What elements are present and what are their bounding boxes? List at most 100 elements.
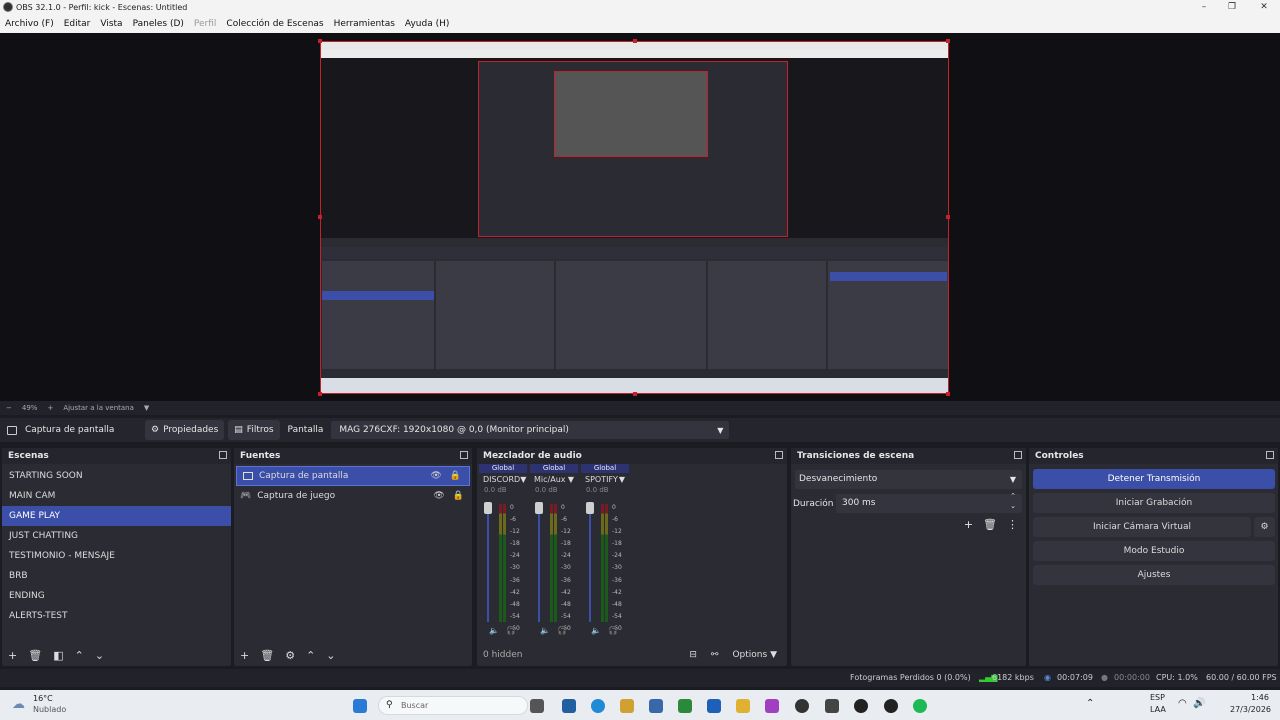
properties-button[interactable]: ⚙ Propiedades <box>145 420 225 440</box>
headphones-icon[interactable]: 🎧 <box>506 626 516 635</box>
taskbar-search[interactable]: ⚲ Buscar <box>378 696 528 715</box>
minimize-button[interactable]: – <box>1190 0 1218 14</box>
resize-handle[interactable] <box>633 39 637 43</box>
volume-icon[interactable]: 🔊 <box>1193 698 1205 709</box>
start-record-button[interactable]: Iniciar Grabación <box>1033 493 1275 513</box>
app-icon[interactable] <box>765 699 779 713</box>
float-dock-icon[interactable] <box>1014 451 1022 459</box>
headphones-icon[interactable]: 🎧 <box>557 626 567 635</box>
menu-perfil[interactable]: Perfil <box>194 19 217 29</box>
resize-handle[interactable] <box>318 215 322 219</box>
resize-handle[interactable] <box>946 215 950 219</box>
gear-icon[interactable]: ⚙ <box>285 649 295 662</box>
settings-button[interactable]: Ajustes <box>1033 565 1275 585</box>
obs-taskbar-icon[interactable] <box>884 699 898 713</box>
resize-handle[interactable] <box>633 392 637 396</box>
source-item-selected[interactable]: Captura de pantalla 👁 🔒 <box>236 466 470 486</box>
app-icon[interactable] <box>825 699 839 713</box>
maximize-button[interactable]: ❐ <box>1218 0 1246 14</box>
source-item[interactable]: 🎮 Captura de juego 👁 🔒 <box>234 486 472 506</box>
link-icon[interactable]: ⚯ <box>711 650 719 660</box>
wifi-icon[interactable]: ◠ <box>1178 698 1187 709</box>
weather-temp[interactable]: 16°C <box>33 694 53 703</box>
float-dock-icon[interactable] <box>775 451 783 459</box>
menu-ayuda[interactable]: Ayuda (H) <box>405 19 449 29</box>
display-select[interactable]: MAG 276CXF: 1920x1080 @ 0,0 (Monitor pri… <box>331 421 730 439</box>
channel-name-dropdown[interactable]: Mic/Aux ▼ <box>530 473 578 486</box>
scene-item-selected[interactable]: GAME PLAY <box>2 506 231 526</box>
channel-name-dropdown[interactable]: SPOTIFY ▼ <box>581 473 629 486</box>
volume-fader-knob[interactable] <box>535 502 543 514</box>
task-view-icon[interactable] <box>530 699 544 713</box>
resize-handle[interactable] <box>318 39 322 43</box>
lock-icon[interactable]: 🔒 <box>450 471 461 481</box>
speaker-icon[interactable]: 🔈 <box>540 626 550 635</box>
spin-arrows-icon[interactable]: ⌃ ⌄ <box>1010 491 1016 511</box>
scene-item[interactable]: BRB <box>2 566 231 586</box>
resize-handle[interactable] <box>318 392 322 396</box>
mixer-options-button[interactable]: Options ▼ <box>732 650 777 660</box>
duration-spinbox[interactable]: 300 ms ⌃ ⌄ <box>836 491 1022 513</box>
trash-icon[interactable]: 🗑 <box>983 518 997 531</box>
channel-name-dropdown[interactable]: DISCORD ▼ <box>479 473 527 486</box>
windows-start-icon[interactable] <box>353 699 367 713</box>
stop-stream-button[interactable]: Detener Transmisión <box>1033 469 1275 489</box>
move-up-icon[interactable]: ⌃ <box>306 649 315 662</box>
resize-handle[interactable] <box>946 392 950 396</box>
menu-coleccion-escenas[interactable]: Colección de Escenas <box>226 19 323 29</box>
folder-icon[interactable] <box>736 699 750 713</box>
add-scene-icon[interactable]: + <box>8 649 17 662</box>
add-source-icon[interactable]: + <box>240 649 249 662</box>
preview-canvas[interactable] <box>320 41 949 394</box>
obs-taskbar-icon[interactable] <box>854 699 868 713</box>
eye-icon[interactable]: 👁 <box>433 491 444 501</box>
headphones-icon[interactable]: 🎧 <box>608 626 618 635</box>
transition-select[interactable]: Desvanecimiento ▼ <box>795 470 1022 489</box>
move-up-icon[interactable]: ⌃ <box>75 649 84 662</box>
menu-vista[interactable]: Vista <box>100 19 122 29</box>
float-dock-icon[interactable] <box>460 451 468 459</box>
excel-icon[interactable] <box>678 699 692 713</box>
edge-icon[interactable] <box>591 699 605 713</box>
float-dock-icon[interactable] <box>1266 451 1274 459</box>
scene-filters-icon[interactable]: ◧ <box>53 649 63 662</box>
volume-fader-track[interactable] <box>589 504 591 622</box>
trash-icon[interactable]: 🗑 <box>260 649 274 662</box>
filters-button[interactable]: ▤ Filtros <box>228 420 280 440</box>
scene-item[interactable]: STARTING SOON <box>2 466 231 486</box>
scene-item[interactable]: TESTIMONIO - MENSAJE <box>2 546 231 566</box>
volume-fader-track[interactable] <box>487 504 489 622</box>
layout-icon[interactable]: ⊟ <box>689 650 697 660</box>
speaker-icon[interactable]: 🔈 <box>489 626 499 635</box>
volume-fader-knob[interactable] <box>484 502 492 514</box>
close-button[interactable]: ✕ <box>1250 0 1278 14</box>
scene-item[interactable]: ALERTS-TEST <box>2 606 231 626</box>
chevron-up-icon[interactable]: ⌃ <box>1086 698 1094 709</box>
virtual-camera-button[interactable]: Iniciar Cámara Virtual <box>1033 517 1251 537</box>
zoom-out-button[interactable]: − <box>6 404 12 412</box>
trash-icon[interactable]: 🗑 <box>28 649 42 662</box>
outlook-icon[interactable] <box>707 699 721 713</box>
studio-mode-button[interactable]: Modo Estudio <box>1033 541 1275 561</box>
move-down-icon[interactable]: ⌄ <box>95 649 104 662</box>
menu-herramientas[interactable]: Herramientas <box>334 19 395 29</box>
menu-paneles[interactable]: Paneles (D) <box>133 19 184 29</box>
copilot-icon[interactable] <box>620 699 634 713</box>
scene-item[interactable]: ENDING <box>2 586 231 606</box>
clock-time[interactable]: 1:46 <box>1251 693 1269 702</box>
store-icon[interactable] <box>649 699 663 713</box>
float-dock-icon[interactable] <box>219 451 227 459</box>
zoom-in-button[interactable]: + <box>47 404 53 412</box>
more-icon[interactable]: ⋮ <box>1007 518 1018 531</box>
resize-handle[interactable] <box>946 39 950 43</box>
scene-item[interactable]: MAIN CAM <box>2 486 231 506</box>
volume-fader-knob[interactable] <box>586 502 594 514</box>
volume-fader-track[interactable] <box>538 504 540 622</box>
speaker-icon[interactable]: 🔈 <box>591 626 601 635</box>
add-transition-icon[interactable]: + <box>964 518 973 531</box>
lock-icon[interactable]: 🔒 <box>453 491 464 501</box>
scene-item[interactable]: JUST CHATTING <box>2 526 231 546</box>
language-indicator[interactable]: ESP <box>1150 693 1165 702</box>
gear-icon[interactable]: ⚙ <box>1254 517 1275 537</box>
menu-editar[interactable]: Editar <box>64 19 91 29</box>
